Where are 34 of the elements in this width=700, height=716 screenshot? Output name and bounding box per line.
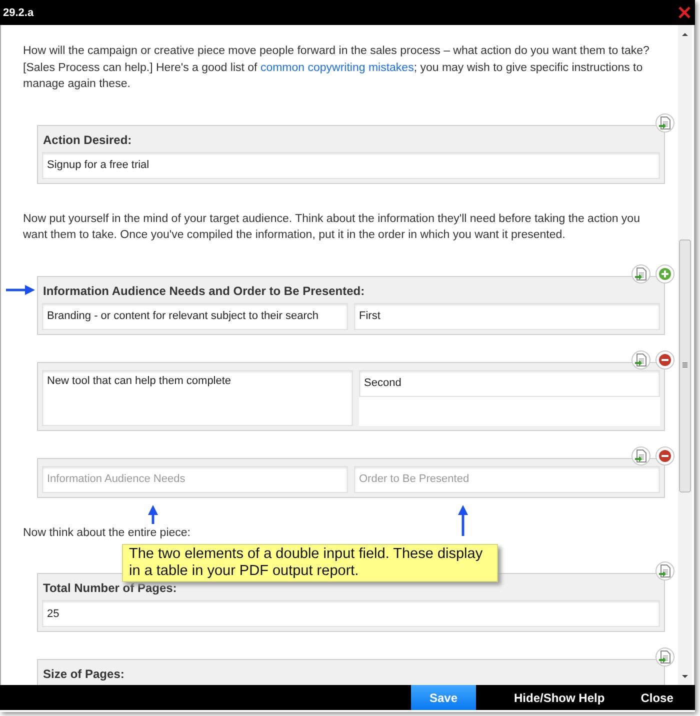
copywriting-link[interactable]: common copywriting mistakes [260,62,414,74]
input-field[interactable]: First [354,302,660,330]
field-label: Action Desired: [43,132,133,148]
instruction-text: How will the campaign or creative piece move people forward in the sales process – what action do you want them to take? [Sales Process can help.] Here's a good list of common copywriting mistakes; you may wish to give specific instructions to manage again these. [23,44,650,92]
scrollbar[interactable] [678,25,692,685]
field-label: Total Number of Pages: [43,581,178,596]
export-icon[interactable] [631,264,651,284]
field-label: Size of Pages: [43,667,126,682]
instruction-text: Now think about the entire piece: [23,526,192,540]
remove-icon[interactable] [655,446,675,466]
instruction-text: Now put yourself in the mind of your target audience. Think about the information they'll need before taking the action you want them to take. Once you've compiled the information, put it in the order in which you want it presented. [23,212,641,243]
input-field[interactable]: New tool that can help them complete [42,370,353,426]
help-tooltip: The two elements of a double input field. These display in a table in your PDF output report. [122,544,498,582]
arrow-icon [457,504,469,537]
export-icon[interactable] [631,350,651,370]
remove-icon[interactable] [655,350,675,370]
footer-button[interactable]: Hide/Show Help [500,685,619,710]
footer-button[interactable]: Close [626,685,688,710]
field-label: Information Audience Needs and Order to Be Presented: [43,284,366,298]
add-icon[interactable] [655,264,675,284]
input-field[interactable]: 25 [42,600,660,627]
export-icon[interactable] [655,561,675,581]
input-field[interactable]: Branding - or content for relevant subject to their search [42,302,348,330]
export-icon[interactable] [631,446,651,466]
arrow-icon [147,504,159,525]
close-icon[interactable] [678,6,691,19]
arrow-icon [5,284,37,296]
input-field[interactable]: Information Audience Needs [42,466,348,492]
input-field[interactable]: Signup for a free trial [42,152,660,178]
input-field[interactable]: Order to Be Presented [354,466,660,492]
window-title: 29.2.a [3,6,34,18]
input-field[interactable]: Second [359,370,660,396]
export-icon[interactable] [655,647,675,667]
export-icon[interactable] [655,112,675,132]
